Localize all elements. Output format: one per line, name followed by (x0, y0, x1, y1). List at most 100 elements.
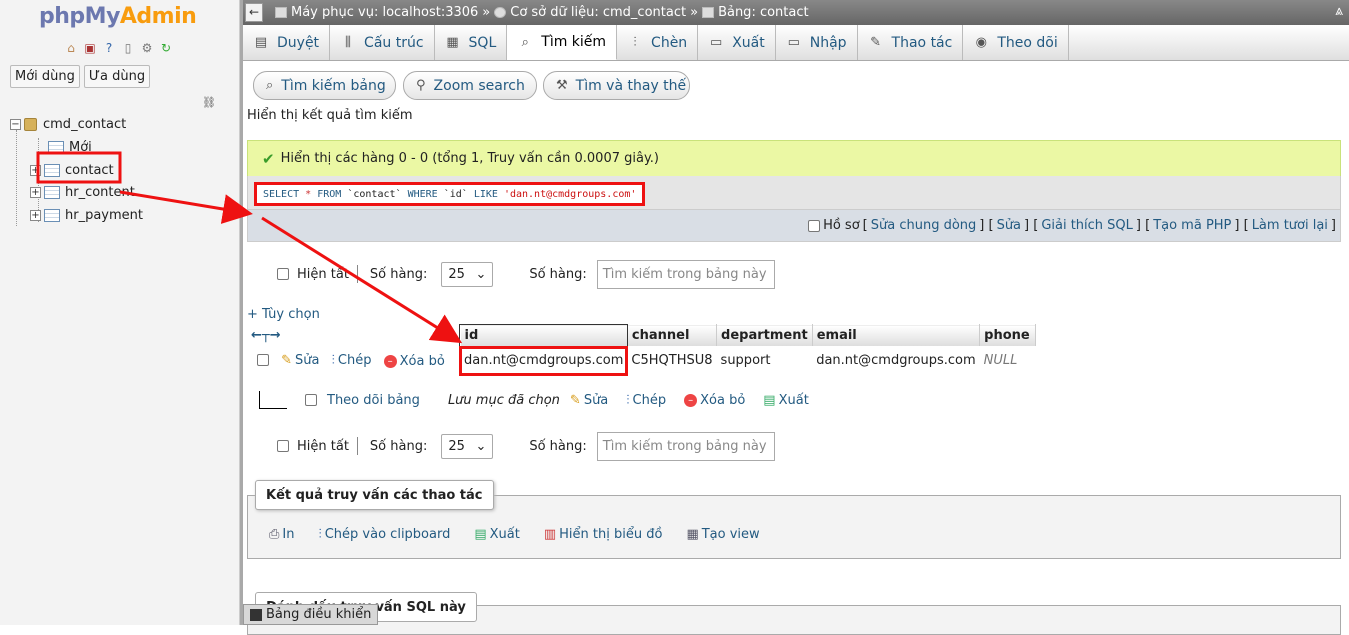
tab-browse[interactable]: ▤ Duyệt (243, 25, 331, 60)
create-view-button[interactable]: ▦ Tạo view (686, 527, 759, 542)
link-with-main-icon[interactable]: ⛓ (202, 96, 216, 109)
column-arrows[interactable]: ←┬→ (247, 325, 460, 347)
tab-search[interactable]: ⌕ Tìm kiếm (507, 25, 618, 60)
print-button[interactable]: ⎙ In (269, 527, 294, 542)
create-view-label: Tạo view (701, 527, 760, 542)
column-channel[interactable]: channel (626, 324, 718, 347)
row-edit-button[interactable]: ✎ Sửa (281, 353, 319, 368)
tree-item-hr-payment[interactable]: + hr_payment (30, 205, 143, 225)
tree-item-database[interactable]: − cmd_contact (10, 114, 126, 134)
table-label[interactable]: hr_payment (65, 208, 143, 223)
logout-icon[interactable]: ▣ (82, 40, 98, 56)
check-icon: ✔ (262, 149, 275, 168)
cell-id[interactable]: dan.nt@cmdgroups.com (458, 345, 629, 376)
edit-link[interactable]: Sửa (997, 218, 1021, 233)
export-icon: ▤ (763, 392, 776, 408)
reload-icon[interactable]: ↻ (158, 40, 174, 56)
tab-import[interactable]: ▭ Nhập (776, 25, 858, 60)
tab-insert[interactable]: ⫶ Chèn (617, 25, 699, 60)
breadcrumb-table[interactable]: Bảng: contact (718, 5, 809, 20)
cell-email[interactable]: dan.nt@cmdgroups.com (812, 347, 979, 375)
tree-item-hr-content[interactable]: + hr_content (30, 182, 135, 202)
tab-export[interactable]: ▭ Xuất (698, 25, 776, 60)
docs-icon[interactable]: ▯ (120, 40, 136, 56)
check-all-label[interactable]: Theo dõi bảng (327, 393, 420, 408)
divider (356, 437, 358, 455)
bulk-edit-button[interactable]: ✎ Sửa (570, 393, 608, 408)
edit-label: Sửa (583, 392, 609, 408)
create-php-link[interactable]: Tạo mã PHP (1153, 218, 1231, 233)
print-icon: ⎙ (269, 527, 280, 542)
rows-select[interactable]: 25 ⌄ (441, 261, 494, 287)
copy-label: Chép (632, 392, 667, 408)
expand-icon[interactable]: + (30, 186, 41, 198)
results-table: ←┬→ id channel department email phone ✎ S… (247, 323, 1037, 376)
delete-label: Xóa bỏ (700, 392, 746, 408)
structure-icon: ⫼ (345, 35, 352, 50)
zoom-search-button[interactable]: ⚲ Zoom search (403, 71, 537, 100)
database-label[interactable]: cmd_contact (43, 117, 126, 132)
column-department[interactable]: department (716, 324, 813, 347)
favorites-tab[interactable]: Ưa dùng (83, 65, 151, 88)
edit-inline-link[interactable]: Sửa chung dòng (871, 218, 977, 233)
breadcrumb-database[interactable]: Cơ sở dữ liệu: cmd_contact (510, 5, 686, 20)
column-phone[interactable]: phone (979, 324, 1037, 347)
options-link[interactable]: + Tùy chọn (247, 307, 320, 322)
table-label[interactable]: hr_content (65, 185, 135, 200)
show-all-checkbox[interactable] (277, 268, 289, 280)
column-id[interactable]: id (458, 323, 629, 348)
tab-structure[interactable]: ⫼ Cấu trúc (330, 25, 435, 60)
find-replace-button[interactable]: ⚒ Tìm và thay thế (543, 71, 690, 100)
explain-sql-link[interactable]: Giải thích SQL (1041, 218, 1133, 233)
expand-icon[interactable]: + (30, 164, 41, 176)
cell-channel[interactable]: C5HQTHSU8 (627, 347, 716, 375)
row-copy-button[interactable]: ⫶ Chép (332, 353, 372, 368)
tree-connector (16, 130, 17, 226)
import-icon: ▭ (787, 35, 800, 50)
sql-query[interactable]: SELECT * FROM `contact` WHERE `id` LIKE … (254, 182, 646, 206)
show-all-checkbox[interactable] (277, 440, 289, 452)
divider (356, 265, 358, 283)
pagination-bottom: Hiện tất Số hàng: 25 ⌄ Số hàng: Tìm kiếm … (277, 431, 775, 461)
results-heading: Hiển thị kết quả tìm kiếm (247, 108, 413, 123)
row-delete-button[interactable]: – Xóa bỏ (383, 354, 445, 369)
display-chart-button[interactable]: ▥ Hiển thị biểu đồ (544, 527, 663, 542)
tab-tracking[interactable]: ◉ Theo dõi (963, 25, 1069, 60)
console-toggle[interactable]: Bảng điều khiển (243, 604, 379, 625)
table-search-button[interactable]: ⌕ Tìm kiếm bảng (253, 71, 396, 100)
breadcrumb-server[interactable]: Máy phục vụ: localhost:3306 (291, 5, 478, 20)
tab-operations[interactable]: ✎ Thao tác (858, 25, 964, 60)
table-label[interactable]: contact (65, 163, 114, 178)
collapse-top-icon[interactable]: ⩓ (1335, 3, 1343, 19)
tab-sql[interactable]: ▦ SQL (435, 25, 508, 60)
settings-icon[interactable]: ⚙ (139, 40, 155, 56)
expand-icon[interactable]: + (30, 209, 41, 221)
column-email[interactable]: email (811, 324, 981, 347)
cell-phone[interactable]: NULL (980, 347, 1036, 375)
collapse-nav-button[interactable]: ← (245, 3, 263, 22)
chart-label: Hiển thị biểu đồ (559, 527, 663, 542)
filter-rows-input[interactable]: Tìm kiếm trong bảng này (596, 259, 775, 289)
profiling-checkbox[interactable] (808, 219, 821, 232)
help-icon[interactable]: ? (101, 40, 117, 56)
chart-icon: ▥ (543, 527, 557, 542)
tree-item-contact[interactable]: + contact (30, 160, 114, 180)
table-icon (44, 208, 60, 222)
phpmyadmin-logo[interactable]: phpMyAdmin (39, 4, 197, 29)
refresh-link[interactable]: Làm tươi lại (1252, 218, 1328, 233)
cell-department[interactable]: support (717, 347, 813, 375)
tree-item-new[interactable]: Mới (48, 137, 92, 157)
recent-tab[interactable]: Mới dùng (10, 65, 80, 88)
rows-select[interactable]: 25 ⌄ (441, 433, 494, 459)
bulk-copy-button[interactable]: ⫶ Chép (626, 393, 666, 408)
filter-rows-input[interactable]: Tìm kiếm trong bảng này (596, 431, 775, 461)
copy-clipboard-button[interactable]: ⫶ Chép vào clipboard (318, 527, 450, 542)
new-label[interactable]: Mới (69, 140, 92, 155)
export-button[interactable]: ▤ Xuất (474, 527, 520, 542)
bulk-export-button[interactable]: ▤ Xuất (763, 393, 809, 408)
check-all-checkbox[interactable] (305, 394, 317, 406)
row-checkbox[interactable] (257, 354, 269, 366)
collapse-icon[interactable]: − (10, 118, 21, 130)
bulk-delete-button[interactable]: – Xóa bỏ (684, 393, 745, 408)
home-icon[interactable]: ⌂ (63, 40, 79, 56)
